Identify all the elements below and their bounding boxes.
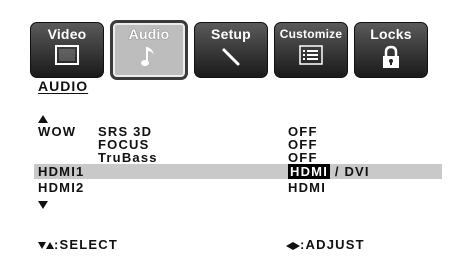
adjust-hint: :ADJUST — [286, 237, 365, 252]
left-arrow-icon — [286, 241, 293, 250]
right-arrow-icon — [293, 241, 300, 250]
setting-group-label: HDMI1 — [38, 164, 85, 179]
setting-row-hdmi2[interactable]: HDMI2 HDMI — [38, 180, 444, 195]
tab-video-label: Video — [47, 26, 87, 42]
select-hint: :SELECT — [38, 237, 118, 252]
setting-row-trubass[interactable]: TruBass OFF — [38, 150, 444, 165]
menu-tab-bar: Video Audio Setup Customize Locks — [30, 20, 428, 98]
tab-audio[interactable]: Audio — [110, 20, 188, 80]
tab-setup-label: Setup — [211, 26, 251, 42]
up-arrow-icon — [46, 242, 54, 250]
tab-locks-label: Locks — [370, 26, 412, 42]
wrench-icon — [220, 45, 242, 67]
down-arrow-icon — [38, 242, 46, 250]
tab-setup[interactable]: Setup — [194, 22, 268, 78]
list-icon — [299, 45, 323, 65]
screen-icon — [55, 45, 79, 65]
tab-audio-label: Audio — [128, 26, 170, 42]
setting-group-label: HDMI2 — [38, 180, 85, 195]
padlock-icon — [381, 45, 401, 69]
select-hint-text: :SELECT — [54, 237, 119, 252]
tab-customize[interactable]: Customize — [274, 22, 348, 78]
setting-row-hdmi1[interactable]: HDMI1 HDMI / DVI — [34, 164, 442, 179]
option-suffix: / DVI — [330, 164, 370, 179]
tab-video[interactable]: Video — [30, 22, 104, 78]
setting-value: OFF — [288, 150, 318, 165]
scroll-down-indicator — [38, 201, 48, 209]
scroll-up-indicator — [38, 115, 48, 123]
setting-name: TruBass — [98, 150, 158, 165]
page-title: AUDIO — [38, 78, 89, 94]
selected-option: HDMI — [288, 164, 331, 179]
tab-locks[interactable]: Locks — [354, 22, 428, 78]
setting-value: HDMI — [288, 180, 327, 195]
tab-customize-label: Customize — [279, 27, 343, 41]
setting-value: HDMI / DVI — [288, 164, 370, 179]
music-note-icon — [139, 45, 159, 69]
adjust-hint-text: :ADJUST — [300, 237, 365, 252]
